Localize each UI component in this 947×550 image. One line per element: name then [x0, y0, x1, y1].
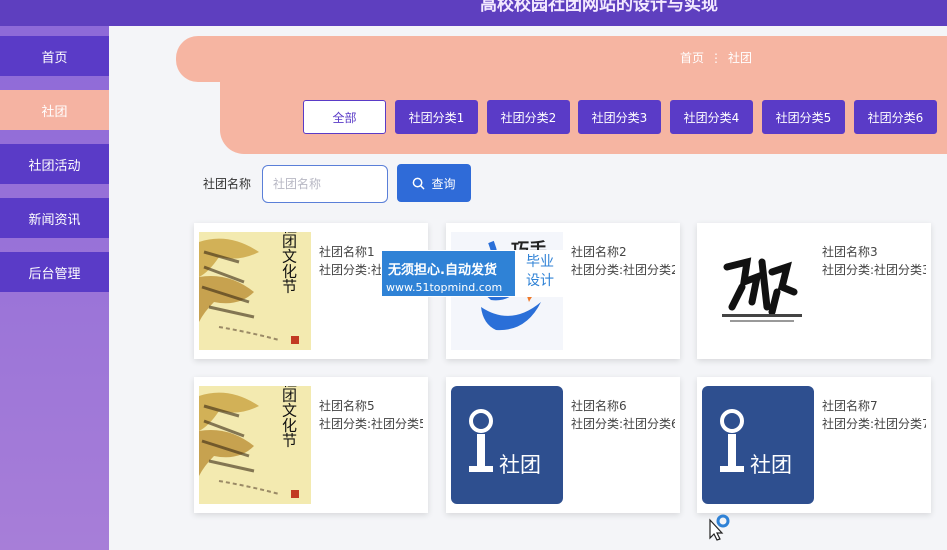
club-category: 社团分类:社团分类5: [319, 417, 423, 431]
search-label: 社团名称: [203, 177, 252, 191]
search-button-label: 查询: [431, 176, 456, 191]
card-image-text: 社团文化节: [280, 386, 298, 448]
site-title: 高校校园社团网站的设计与实现: [480, 0, 718, 15]
club-card[interactable]: 社团文化节 社团名称5 社团分类:社团分类5: [194, 377, 428, 513]
sidebar-item-club-activities[interactable]: 社团活动: [0, 144, 109, 184]
tiger-painting-image: 社团文化节: [199, 386, 311, 504]
category-5-button[interactable]: 社团分类5: [762, 100, 845, 134]
card-image-text: 社团文化节: [280, 232, 298, 294]
calligraphy-logo-image: [702, 232, 814, 350]
club-logo-image: 社团: [702, 386, 814, 504]
club-name: 社团名称3: [822, 245, 878, 259]
promo-box-text: 毕业设计: [526, 254, 554, 289]
search-icon: [413, 177, 425, 189]
card-image-text: 社团: [750, 453, 792, 477]
sidebar-item-news[interactable]: 新闻资讯: [0, 198, 109, 238]
club-name: 社团名称7: [822, 399, 878, 413]
club-name: 社团名称5: [319, 399, 375, 413]
sidebar-item-clubs[interactable]: 社团: [0, 90, 109, 130]
club-category: 社团分类:社团分类3: [822, 263, 926, 277]
club-category: 社团分类:社团分类6: [571, 417, 675, 431]
breadcrumb-home[interactable]: 首页: [680, 51, 704, 65]
sidebar-item-home[interactable]: 首页: [0, 36, 109, 76]
card-image-text: 社团: [499, 453, 541, 477]
club-category: 社团分类:社团分类7: [822, 417, 926, 431]
category-all-button[interactable]: 全部: [303, 100, 386, 134]
category-3-button[interactable]: 社团分类3: [578, 100, 661, 134]
breadcrumb: 首页 ⋮ 社团: [680, 49, 752, 66]
promo-box: 毕业设计: [515, 251, 565, 296]
breadcrumb-current: 社团: [728, 51, 753, 65]
club-logo-image: 社团: [451, 386, 563, 504]
breadcrumb-separator: ⋮: [710, 51, 723, 65]
club-name: 社团名称6: [571, 399, 627, 413]
mouse-cursor-icon: [708, 514, 732, 546]
top-header-bar: 高校校园社团网站的设计与实现: [0, 0, 947, 26]
category-1-button[interactable]: 社团分类1: [395, 100, 478, 134]
category-6-button[interactable]: 社团分类6: [854, 100, 937, 134]
club-card[interactable]: 社团 社团名称7 社团分类:社团分类7: [697, 377, 931, 513]
promo-line-1: 无须担心.自动发货: [388, 263, 497, 278]
club-card[interactable]: 社团名称3 社团分类:社团分类3: [697, 223, 931, 359]
category-4-button[interactable]: 社团分类4: [670, 100, 753, 134]
category-2-button[interactable]: 社团分类2: [487, 100, 570, 134]
sidebar-item-admin[interactable]: 后台管理: [0, 252, 109, 292]
promo-line-2: www.51topmind.com: [386, 281, 503, 294]
club-category: 社团分类:社团分类2: [571, 263, 675, 277]
search-input[interactable]: [262, 165, 388, 203]
search-button[interactable]: 查询: [397, 164, 471, 202]
club-name: 社团名称2: [571, 245, 627, 259]
promo-watermark: 无须担心.自动发货 www.51topmind.com 毕业设计: [381, 250, 565, 297]
tiger-painting-image: 社团文化节: [199, 232, 311, 350]
club-card[interactable]: 社团 社团名称6 社团分类:社团分类6: [446, 377, 680, 513]
